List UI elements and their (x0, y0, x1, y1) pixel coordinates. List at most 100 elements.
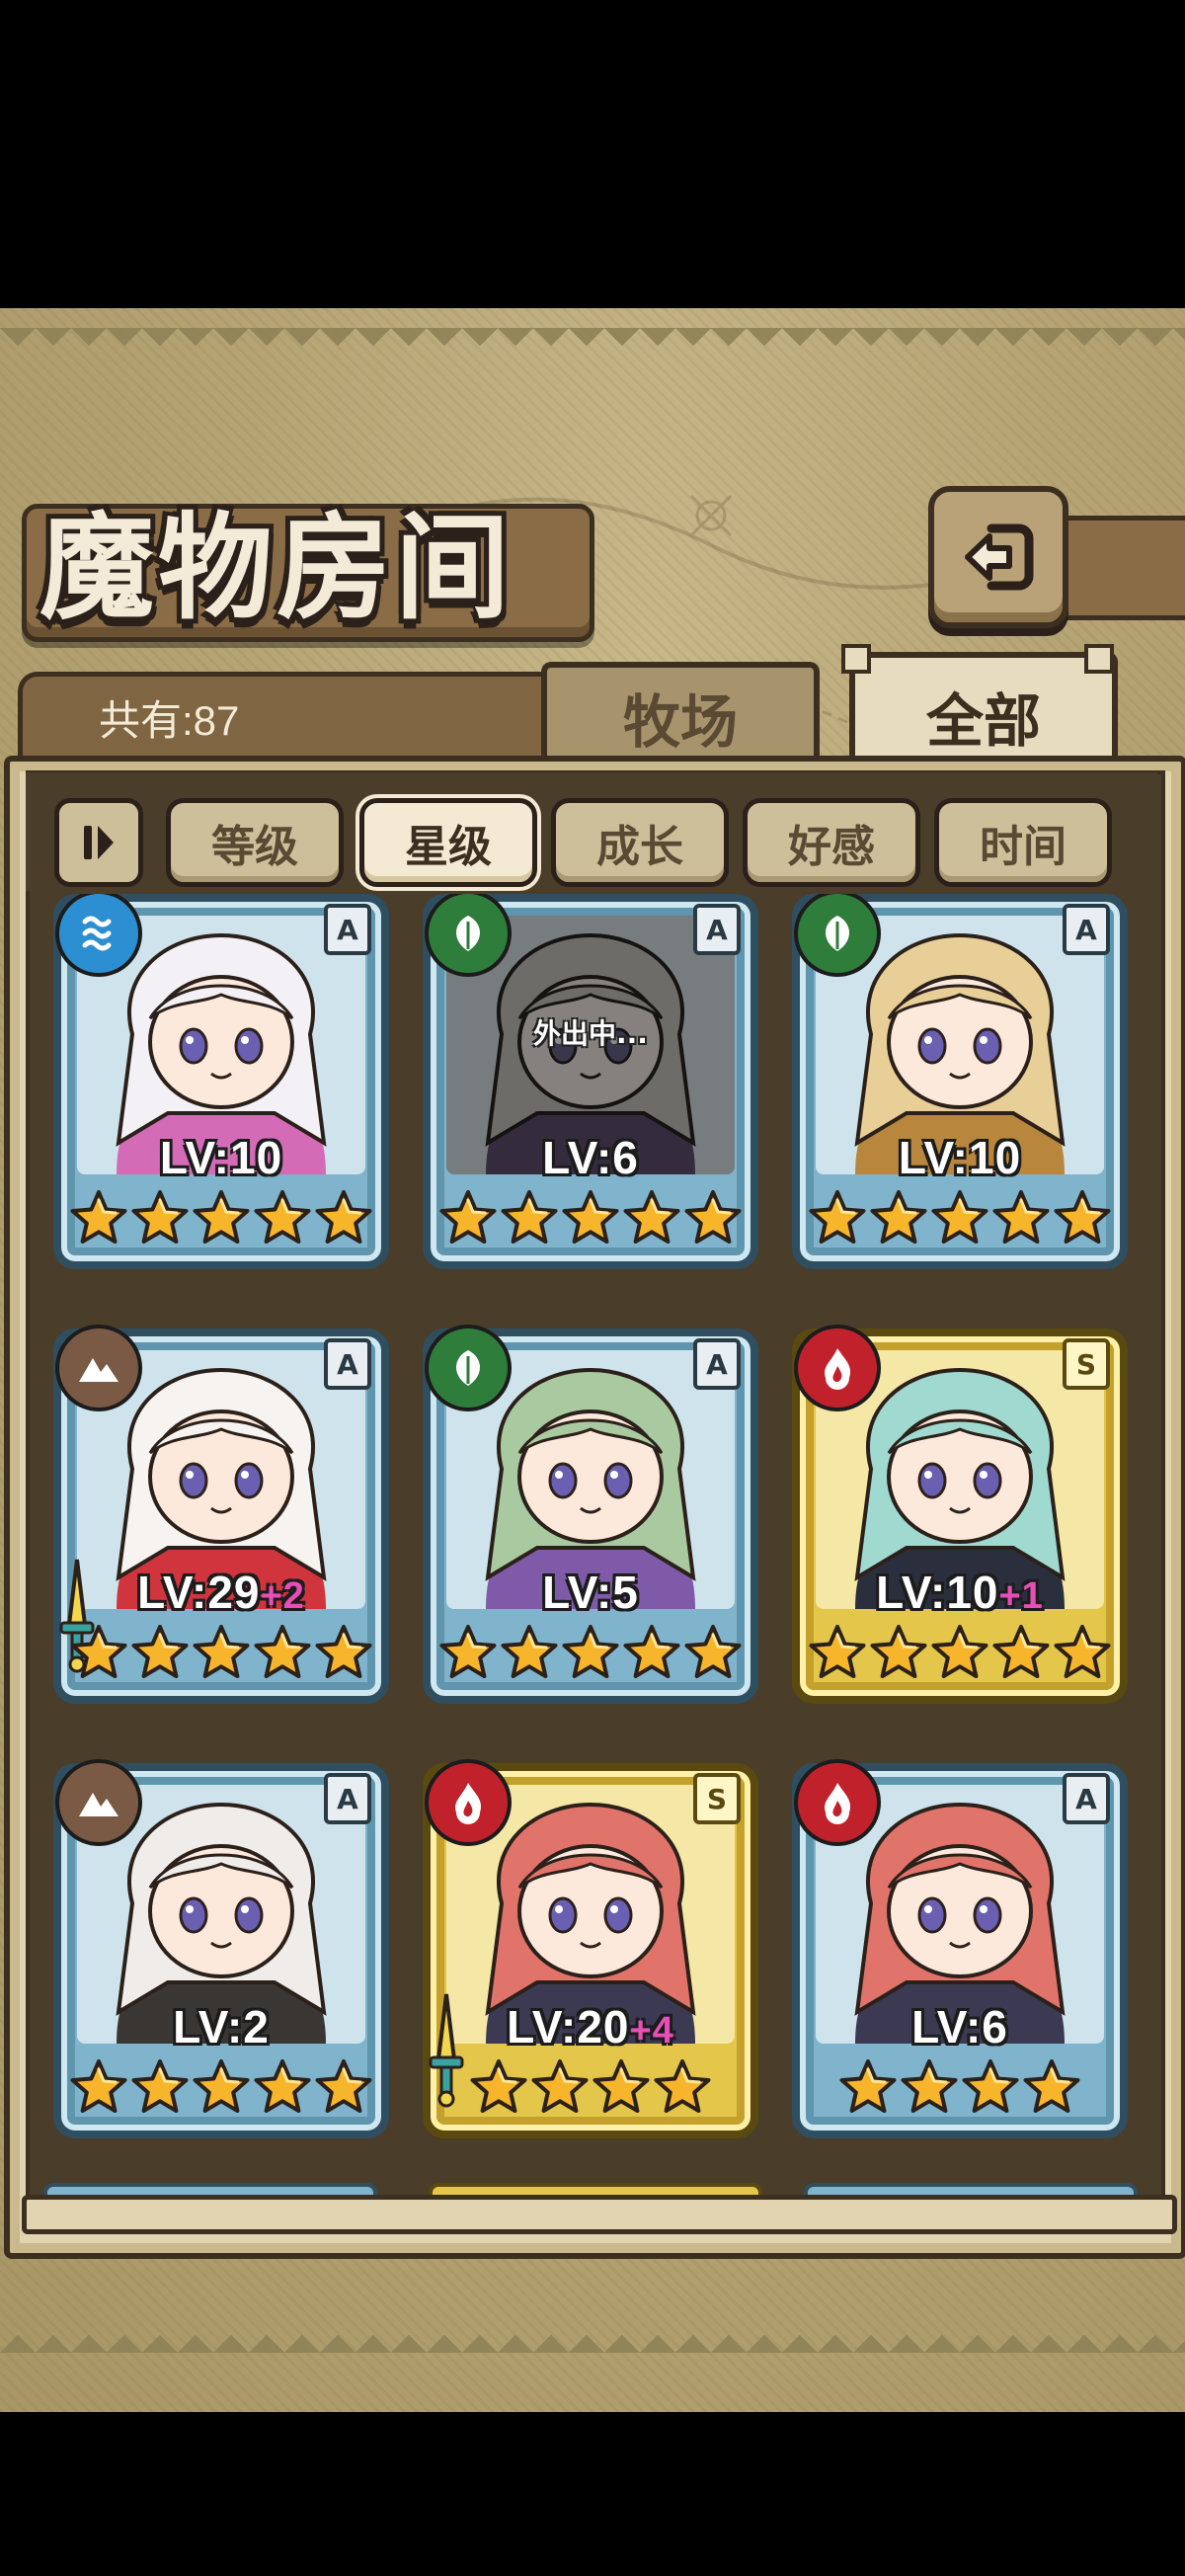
star-icon (1054, 1190, 1111, 1244)
star-icon (254, 2059, 311, 2113)
star-icon (809, 1190, 866, 1244)
sort-by-time-button[interactable]: 时间 (934, 798, 1112, 887)
rank-badge: A (693, 1338, 741, 1390)
star-icon (193, 1625, 250, 1678)
rank-badge: S (693, 1773, 741, 1824)
rank-badge: A (693, 904, 741, 955)
monster-card[interactable]: A LV:6 (792, 1759, 1128, 2138)
level-value: LV:6 (911, 2001, 1008, 2053)
star-icon (470, 2059, 527, 2113)
next-row-peek (34, 2183, 1149, 2199)
star-icon (439, 1190, 497, 1244)
star-icon (592, 2059, 650, 2113)
level-value: LV:20 (507, 2001, 630, 2053)
rank-badge: A (1063, 1773, 1110, 1824)
rank-badge: S (1063, 1338, 1110, 1390)
monster-card[interactable]: A LV:5 (423, 1325, 758, 1704)
star-icon (931, 1190, 988, 1244)
monster-card[interactable]: A LV:29+2 (53, 1325, 389, 1704)
monster-card[interactable]: S LV:10+1 (792, 1325, 1128, 1704)
star-icon (193, 1190, 250, 1244)
star-rating (423, 1188, 758, 1257)
star-icon (315, 1625, 372, 1678)
leaf-element-icon (425, 894, 512, 977)
sort-by-stars-button[interactable]: 星级 (359, 798, 537, 887)
page-title: 魔物房间 (40, 501, 514, 635)
star-icon (1023, 2059, 1080, 2113)
level-label: LV:20+4 (423, 2000, 758, 2053)
star-rating (423, 2057, 758, 2127)
tab-ranch[interactable]: 牧场 (541, 662, 820, 766)
away-status: 外出中... (533, 1017, 648, 1050)
star-icon (623, 1190, 680, 1244)
level-label: LV:6 (423, 1131, 758, 1184)
sort-by-growth-button[interactable]: 成长 (551, 798, 729, 887)
sort-by-level-button[interactable]: 等级 (166, 798, 344, 887)
level-bonus: +1 (998, 1575, 1044, 1617)
star-icon (870, 1625, 927, 1678)
star-icon (315, 1190, 372, 1244)
leaf-element-icon (794, 894, 881, 977)
back-area (928, 486, 1185, 634)
level-value: LV:5 (542, 1567, 639, 1618)
fire-element-icon (794, 1759, 881, 1846)
level-label: LV:10 (53, 1131, 389, 1184)
star-icon (992, 1625, 1050, 1678)
star-icon (315, 2059, 372, 2113)
star-icon (1054, 1625, 1111, 1678)
star-icon (70, 1190, 127, 1244)
level-label: LV:6 (792, 2000, 1128, 2053)
star-icon (439, 1625, 497, 1678)
level-label: LV:10 (792, 1131, 1128, 1184)
sort-by-affinity-button[interactable]: 好感 (743, 798, 920, 887)
star-icon (901, 2059, 958, 2113)
star-rating (423, 1623, 758, 1692)
star-icon (501, 1625, 558, 1678)
rank-badge: A (324, 1773, 371, 1824)
tab-corner-right (1084, 644, 1114, 674)
star-rating (53, 2057, 389, 2127)
bottom-zigzag-border (0, 2317, 1185, 2353)
star-icon (562, 1190, 619, 1244)
star-icon (531, 2059, 589, 2113)
star-rating (792, 2057, 1128, 2127)
level-value: LV:10 (876, 1567, 999, 1618)
star-icon (839, 2059, 897, 2113)
star-icon (870, 1190, 927, 1244)
star-icon (70, 2059, 127, 2113)
star-icon (684, 1190, 742, 1244)
monster-card[interactable]: A LV:2 (53, 1759, 389, 2138)
star-icon (193, 2059, 250, 2113)
level-label: LV:10+1 (792, 1566, 1128, 1619)
star-icon (654, 2059, 711, 2113)
level-value: LV:2 (173, 2001, 270, 2053)
leaf-element-icon (425, 1325, 512, 1411)
level-label: LV:2 (53, 2000, 389, 2053)
monster-card[interactable]: A LV:10 (792, 894, 1128, 1269)
rank-badge: A (1063, 904, 1110, 955)
tab-corner-left (841, 644, 871, 674)
level-bonus: +2 (260, 1575, 305, 1617)
star-icon (254, 1190, 311, 1244)
star-icon (931, 1625, 988, 1678)
star-icon (131, 1190, 189, 1244)
star-icon (684, 1625, 742, 1678)
level-value: LV:6 (542, 1132, 639, 1183)
rank-badge: A (324, 904, 371, 955)
level-value: LV:29 (137, 1567, 261, 1618)
level-bonus: +4 (629, 2010, 674, 2052)
fire-element-icon (425, 1759, 512, 1846)
star-icon (809, 1625, 866, 1678)
sort-order-icon (84, 826, 114, 859)
level-value: LV:10 (159, 1132, 283, 1183)
back-button[interactable] (928, 486, 1068, 628)
star-rating (792, 1623, 1128, 1692)
star-icon (254, 1625, 311, 1678)
monster-card[interactable]: S LV:20+4 (423, 1759, 758, 2138)
monster-card[interactable]: A 外出中... LV:6 (423, 894, 758, 1269)
level-value: LV:10 (898, 1132, 1022, 1183)
star-icon (562, 1625, 619, 1678)
sort-order-toggle[interactable] (54, 798, 143, 887)
monster-card[interactable]: A LV:10 (53, 894, 389, 1269)
level-label: LV:29+2 (53, 1566, 389, 1619)
